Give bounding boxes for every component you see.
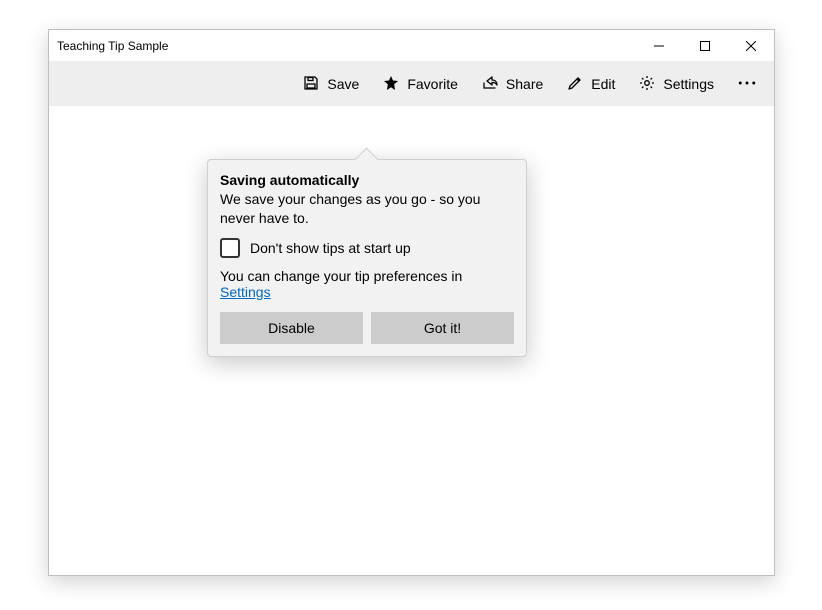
share-icon <box>482 75 498 94</box>
pencil-icon <box>567 75 583 94</box>
tip-title: Saving automatically <box>220 172 514 188</box>
favorite-button[interactable]: Favorite <box>373 69 468 100</box>
tip-close-button[interactable]: Disable <box>220 312 363 344</box>
window-title: Teaching Tip Sample <box>49 39 636 53</box>
star-icon <box>383 75 399 94</box>
more-button[interactable] <box>728 68 766 101</box>
content-area: Saving automatically We save your change… <box>49 106 774 575</box>
settings-button[interactable]: Settings <box>629 69 724 100</box>
save-label: Save <box>327 76 359 92</box>
minimize-button[interactable] <box>636 30 682 61</box>
checkbox-icon[interactable] <box>220 238 240 258</box>
toolbar: Save Favorite Share Edit Settings <box>49 62 774 106</box>
maximize-button[interactable] <box>682 30 728 61</box>
tip-checkbox-label: Don't show tips at start up <box>250 240 411 256</box>
tip-checkbox-row[interactable]: Don't show tips at start up <box>220 238 514 258</box>
tip-footer-prefix: You can change your tip preferences in <box>220 268 462 284</box>
gear-icon <box>639 75 655 94</box>
window-controls <box>636 30 774 61</box>
share-label: Share <box>506 76 543 92</box>
more-icon <box>738 74 756 95</box>
tip-action-button[interactable]: Got it! <box>371 312 514 344</box>
titlebar: Teaching Tip Sample <box>49 30 774 62</box>
tip-body: We save your changes as you go - so you … <box>220 190 514 228</box>
tip-settings-link[interactable]: Settings <box>220 284 271 300</box>
teaching-tip: Saving automatically We save your change… <box>207 159 527 357</box>
tip-actions: Disable Got it! <box>220 312 514 344</box>
tip-footer: You can change your tip preferences in S… <box>220 268 514 300</box>
share-button[interactable]: Share <box>472 69 553 100</box>
app-window: Teaching Tip Sample Save Favorite <box>48 29 775 576</box>
save-icon <box>303 75 319 94</box>
settings-label: Settings <box>663 76 714 92</box>
edit-label: Edit <box>591 76 615 92</box>
edit-button[interactable]: Edit <box>557 69 625 100</box>
favorite-label: Favorite <box>407 76 458 92</box>
close-button[interactable] <box>728 30 774 61</box>
save-button[interactable]: Save <box>293 69 369 100</box>
